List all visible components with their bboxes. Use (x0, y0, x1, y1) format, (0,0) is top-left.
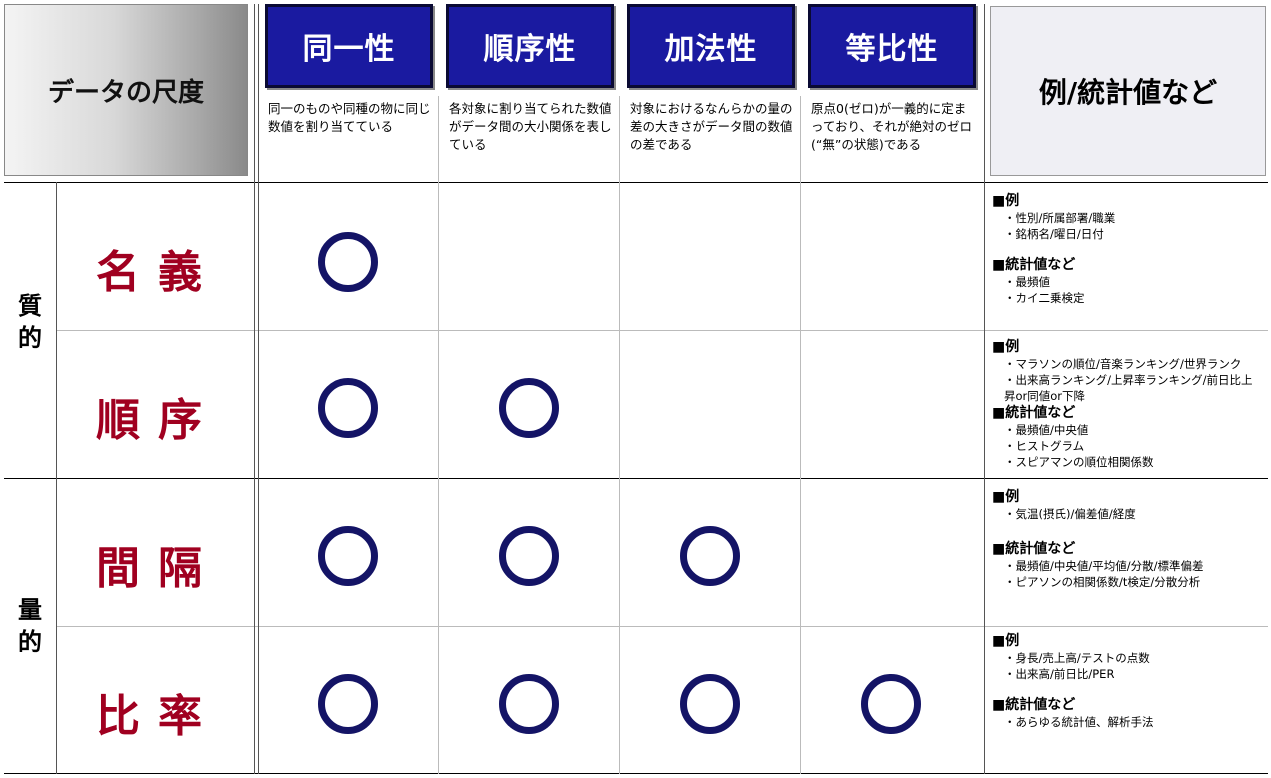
stats-item: ・ヒストグラム (1004, 439, 1085, 453)
category-quantitative: 量的 (8, 594, 52, 658)
scale-name-ordinal: 順序 (96, 395, 220, 446)
property-mark-circle (499, 526, 559, 586)
header-divider (4, 182, 1268, 183)
column-divider (258, 4, 259, 774)
examples-title: ■例 (992, 633, 1020, 649)
property-header-identity: 同一性 (265, 4, 433, 88)
stats-title: ■統計値など (992, 541, 1076, 557)
property-header-ratio: 等比性 (808, 4, 976, 88)
row-divider (56, 626, 1268, 627)
column-divider (800, 96, 801, 774)
examples-title: ■例 (992, 489, 1020, 505)
stats-item: ・スピアマンの順位相関係数 (1004, 455, 1154, 469)
stats-title: ■統計値など (992, 257, 1076, 273)
property-mark-circle (680, 674, 740, 734)
scale-type-header: データの尺度 (4, 4, 248, 176)
example-item: ・出来高/前日比/PER (1004, 667, 1115, 681)
category-label: 質的 (18, 292, 42, 352)
examples-title: ■例 (992, 193, 1020, 209)
examples-header: 例/統計値など (990, 6, 1266, 176)
example-item: ・銘柄名/曜日/日付 (1004, 227, 1104, 241)
stats-item: ・最頻値/中央値 (1004, 423, 1089, 437)
column-divider (984, 4, 985, 774)
category-label: 量的 (18, 596, 42, 656)
property-description-identity: 同一のものや同種の物に同じ数値を割り当てている (268, 101, 431, 134)
property-mark-circle (318, 232, 378, 292)
examples-interval: ■例 ・気温(摂氏)/偏差値/経度 ■統計値など ・最頻値/中央値/平均値/分散… (992, 488, 1264, 590)
property-description-ratio: 原点0(ゼロ)が一義的に定まっており、それが絶対のゼロ(“無”の状態)である (811, 101, 973, 152)
property-description-additivity: 対象におけるなんらかの量の差の大きさがデータ間の数値の差である (630, 101, 793, 152)
category-divider (4, 478, 1268, 479)
property-header-order: 順序性 (446, 4, 614, 88)
category-qualitative: 質的 (8, 290, 52, 354)
examples-ratio: ■例 ・身長/売上高/テストの点数 ・出来高/前日比/PER ■統計値など ・あ… (992, 632, 1264, 730)
example-item: ・性別/所属部署/職業 (1004, 211, 1116, 225)
stats-item: ・カイ二乗検定 (1004, 291, 1085, 305)
example-item: ・出来高ランキング/上昇率ランキング/前日比上昇or同値or下降 (1004, 373, 1253, 403)
table-bottom-border (4, 773, 1268, 774)
column-divider (619, 96, 620, 774)
example-item: ・マラソンの順位/音楽ランキング/世界ランク (1004, 357, 1242, 371)
property-mark-circle (318, 526, 378, 586)
stats-item: ・あらゆる統計値、解析手法 (1004, 715, 1154, 729)
scale-name-ratio: 比率 (96, 691, 220, 742)
row-divider (56, 330, 1268, 331)
stats-item: ・最頻値 (1004, 275, 1050, 289)
stats-title: ■統計値など (992, 697, 1076, 713)
property-mark-circle (861, 674, 921, 734)
example-item: ・身長/売上高/テストの点数 (1004, 651, 1150, 665)
property-mark-circle (318, 378, 378, 438)
scale-name-interval: 間隔 (96, 543, 220, 594)
property-mark-circle (680, 526, 740, 586)
column-divider (56, 182, 57, 774)
examples-ordinal: ■例 ・マラソンの順位/音楽ランキング/世界ランク ・出来高ランキング/上昇率ラ… (992, 338, 1264, 470)
stats-item: ・ピアソンの相関係数/t検定/分散分析 (1004, 575, 1201, 589)
property-description-order: 各対象に割り当てられた数値がデータ間の大小関係を表している (449, 101, 612, 152)
example-item: ・気温(摂氏)/偏差値/経度 (1004, 507, 1136, 521)
property-mark-circle (499, 674, 559, 734)
property-mark-circle (318, 674, 378, 734)
scale-name-nominal: 名義 (96, 247, 220, 298)
property-mark-circle (499, 378, 559, 438)
column-divider (438, 96, 439, 774)
property-header-additivity: 加法性 (627, 4, 795, 88)
stats-item: ・最頻値/中央値/平均値/分散/標準偏差 (1004, 559, 1204, 573)
examples-title: ■例 (992, 339, 1020, 355)
examples-nominal: ■例 ・性別/所属部署/職業 ・銘柄名/曜日/日付 ■統計値など ・最頻値 ・カ… (992, 192, 1264, 306)
stats-title: ■統計値など (992, 405, 1076, 421)
